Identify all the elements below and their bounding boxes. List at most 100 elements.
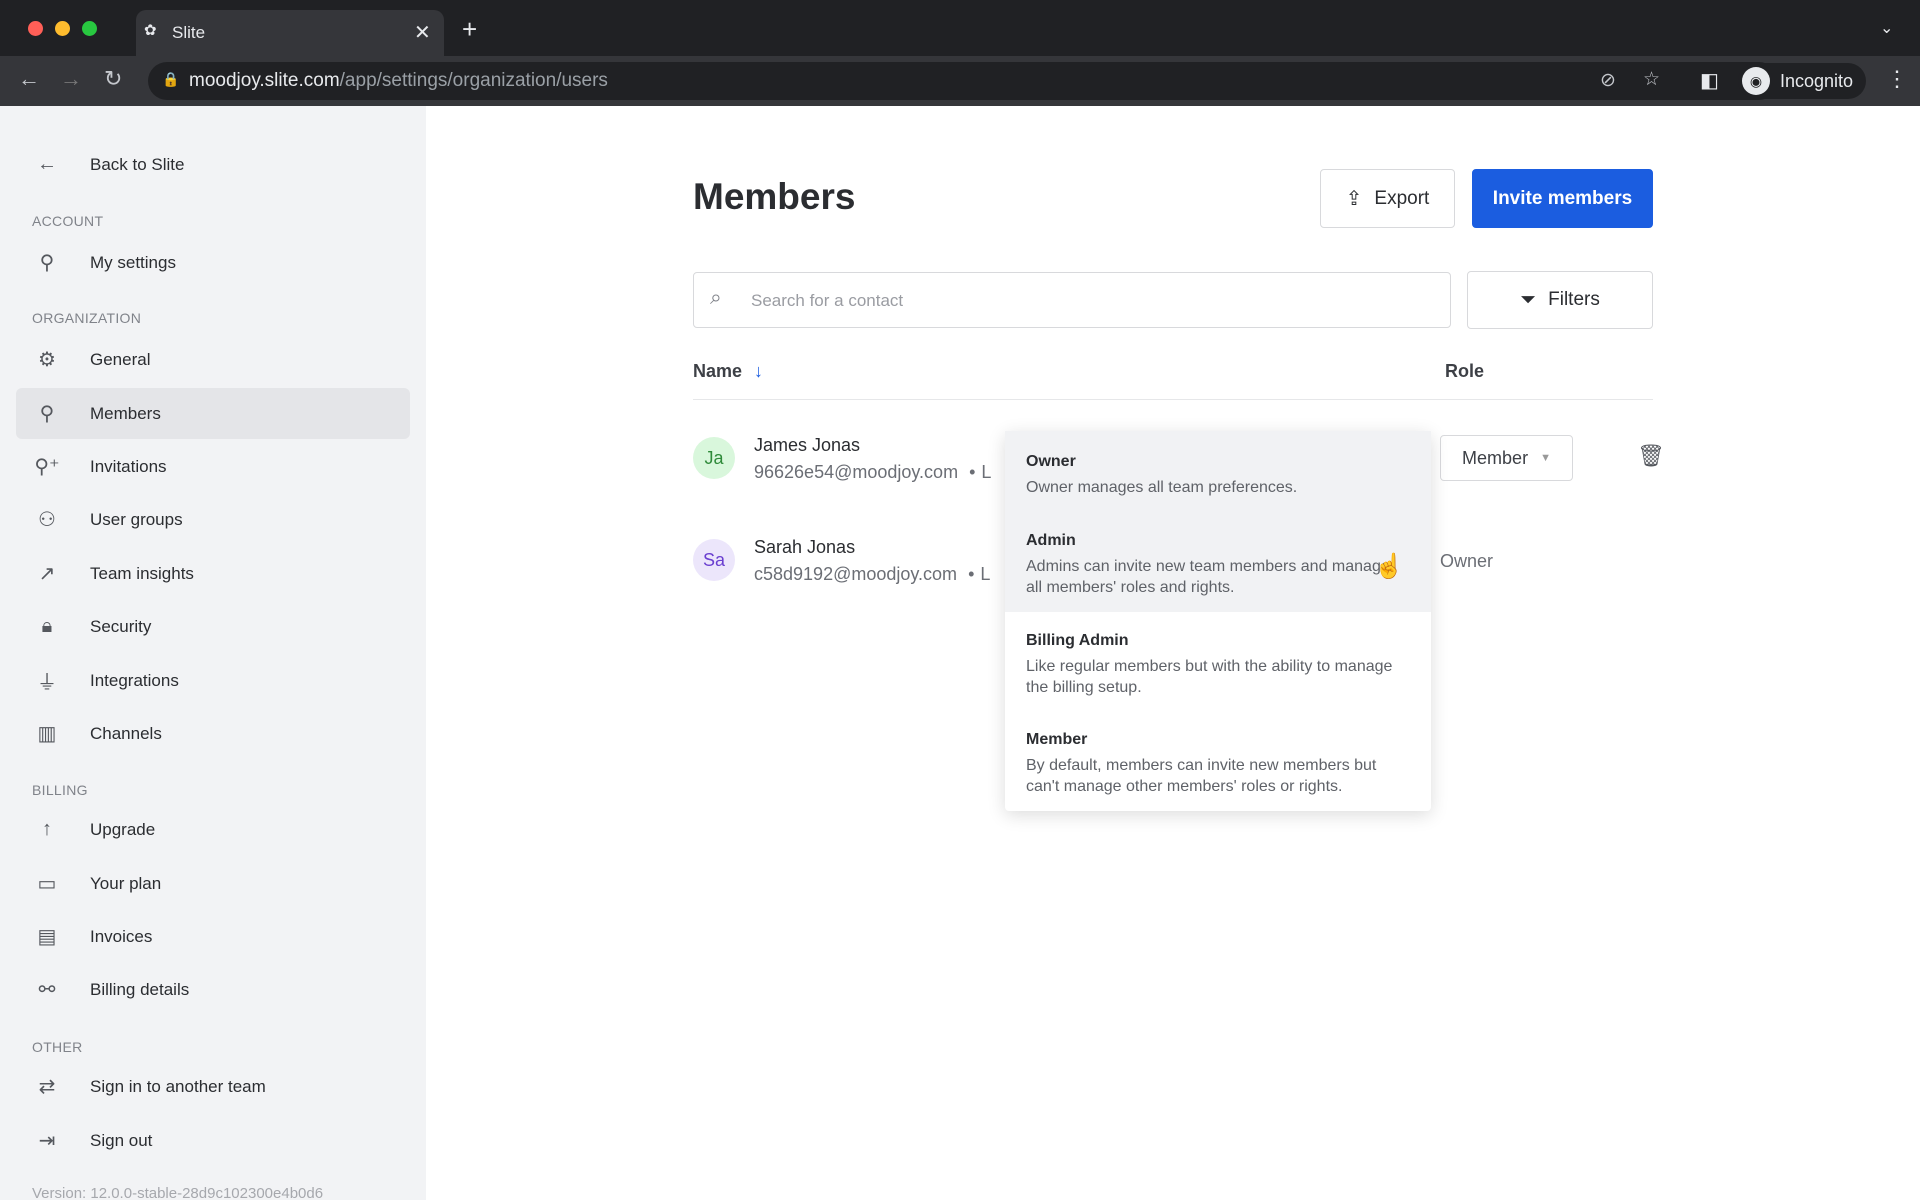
sidebar-item-upgrade[interactable]: ↑ Upgrade xyxy=(16,804,410,855)
role-option-billing-admin[interactable]: Billing Admin Like regular members but wi… xyxy=(1005,612,1431,711)
browser-tab[interactable]: ✿ Slite ✕ xyxy=(136,10,444,56)
option-title: Owner xyxy=(1026,453,1076,470)
role-option-owner[interactable]: Owner Owner manages all team preferences. xyxy=(1005,431,1431,518)
close-tab-icon[interactable]: ✕ xyxy=(414,20,431,45)
back-icon[interactable]: ← xyxy=(18,66,40,92)
sidebar-section-label: ORGANIZATION xyxy=(32,310,142,326)
minimize-window-button[interactable] xyxy=(55,21,70,36)
back-label: Back to Slite xyxy=(90,154,185,174)
separator: • xyxy=(968,564,975,584)
sidebar-item-billing-details[interactable]: ⚯ Billing details xyxy=(16,964,410,1015)
sidebar-item-members[interactable]: ⚲ Members xyxy=(16,388,410,439)
caret-down-icon: ▼ xyxy=(1540,452,1551,464)
url-host: moodjoy.slite.com xyxy=(189,70,340,91)
sidebar-item-label: Channels xyxy=(90,723,162,743)
incognito-profile[interactable]: ◉ Incognito xyxy=(1738,63,1866,99)
url-field[interactable]: 🔒 moodjoy.slite.com/app/settings/organiz… xyxy=(148,62,1778,100)
sidebar-item-label: Your plan xyxy=(90,873,162,893)
role-option-member[interactable]: Member By default, members can invite new… xyxy=(1005,711,1431,811)
option-description: Admins can invite new team members and m… xyxy=(1026,558,1390,596)
sidebar-item-label: Sign out xyxy=(90,1130,153,1150)
arrow-up-icon: ↑ xyxy=(42,818,52,840)
sidebar-item-sign-out[interactable]: ⇥ Sign out xyxy=(16,1115,410,1166)
option-description: By default, members can invite new membe… xyxy=(1026,757,1377,795)
sidebar-item-invitations[interactable]: ⚲⁺ Invitations xyxy=(16,441,410,492)
sidebar-item-sign-in-to-another-team[interactable]: ⇄ Sign in to another team xyxy=(16,1061,410,1112)
search-input[interactable]: ⌕ Search for a contact xyxy=(693,272,1451,328)
search-icon: ⌕ xyxy=(710,286,722,309)
sidebar-item-channels[interactable]: ▥ Channels xyxy=(16,708,410,759)
member-meta: L xyxy=(981,462,992,482)
new-tab-icon[interactable]: + xyxy=(462,14,477,45)
sidebar-item-label: Sign in to another team xyxy=(90,1076,266,1096)
switch-icon: ⇄ xyxy=(38,1076,56,1098)
lock-icon: 🔒︎ xyxy=(41,615,53,637)
avatar: Sa xyxy=(693,539,735,581)
sidebar-item-label: Invoices xyxy=(90,926,153,946)
trend-icon: ↗ xyxy=(38,563,56,585)
star-icon[interactable]: ☆ xyxy=(1643,68,1660,91)
role-select[interactable]: Member ▼ xyxy=(1440,435,1573,481)
option-title: Admin xyxy=(1026,532,1076,549)
more-menu-icon[interactable]: ⋮ xyxy=(1886,66,1908,92)
gear-icon: ⚙ xyxy=(38,349,56,371)
tab-list-chevron-icon[interactable]: ⌄ xyxy=(1880,18,1893,38)
maximize-window-button[interactable] xyxy=(82,21,97,36)
sidebar-item-label: Security xyxy=(90,616,152,636)
invite-members-button[interactable]: Invite members xyxy=(1472,169,1653,228)
forward-icon[interactable]: → xyxy=(60,66,82,92)
role-select-value: Member xyxy=(1462,447,1529,468)
user-plus-icon: ⚲⁺ xyxy=(34,456,60,478)
hand-cursor-icon: ☝ xyxy=(1374,553,1404,580)
name-header-label: Name xyxy=(693,361,743,381)
plug-icon: ⏚ xyxy=(37,672,57,694)
sidebar-item-your-plan[interactable]: ▭ Your plan xyxy=(16,858,410,909)
page-title: Members xyxy=(693,176,856,217)
sidebar-item-user-groups[interactable]: ⚇ User groups xyxy=(16,494,410,545)
sidebar-item-general[interactable]: ⚙ General xyxy=(16,334,410,385)
role-option-admin[interactable]: Admin Admins can invite new team members … xyxy=(1005,518,1431,612)
close-window-button[interactable] xyxy=(28,21,43,36)
sidebar-item-label: Upgrade xyxy=(90,819,156,839)
filter-icon: ⏷ xyxy=(1520,288,1537,311)
sidebar-item-label: User groups xyxy=(90,509,183,529)
eye-off-icon[interactable]: ⊘ xyxy=(1600,69,1616,92)
lock-icon: 🔒 xyxy=(162,71,180,87)
option-description: Like regular members but with the abilit… xyxy=(1026,658,1393,696)
invoice-icon: ▤ xyxy=(37,926,57,948)
export-label: Export xyxy=(1374,187,1430,209)
export-button[interactable]: ⇪ Export xyxy=(1320,169,1455,228)
trash-icon[interactable]: 🗑︎ xyxy=(1637,443,1665,469)
sidebar-item-invoices[interactable]: ▤ Invoices xyxy=(16,911,410,962)
member-name: Sarah Jonas xyxy=(754,537,856,557)
sidebar-item-integrations[interactable]: ⏚ Integrations xyxy=(16,655,410,706)
separator: • xyxy=(969,462,976,482)
sign-out-icon: ⇥ xyxy=(38,1130,56,1152)
slite-favicon-icon: ✿ xyxy=(144,22,157,39)
channels-icon: ▥ xyxy=(37,723,57,745)
reload-icon[interactable]: ↻ xyxy=(104,66,122,92)
sidebar-section-label: OTHER xyxy=(32,1039,83,1055)
sidebar-item-security[interactable]: 🔒︎ Security xyxy=(16,601,410,652)
profile-label: Incognito xyxy=(1780,70,1854,91)
side-panel-icon[interactable]: ◧ xyxy=(1700,68,1719,93)
name-column-header[interactable]: Name ↓ xyxy=(693,361,763,382)
user-icon: ⚲ xyxy=(39,252,55,274)
arrow-left-icon: ← xyxy=(37,153,57,175)
role-column-header: Role xyxy=(1445,361,1485,381)
sort-down-icon: ↓ xyxy=(754,361,764,381)
version-text: Version: 12.0.0-stable-28d9c102300e4b0d6 xyxy=(32,1185,324,1202)
header-divider xyxy=(693,399,1653,400)
sidebar-item-label: Team insights xyxy=(90,563,194,583)
sidebar-item-team-insights[interactable]: ↗ Team insights xyxy=(16,548,410,599)
back-to-slite-link[interactable]: ← Back to Slite xyxy=(16,139,410,190)
browser-tab-bar: ✿ Slite ✕ + ⌄ xyxy=(0,0,1920,56)
sidebar-item-my-settings[interactable]: ⚲ My settings xyxy=(16,237,410,288)
card-icon: ▭ xyxy=(37,873,57,895)
member-meta: L xyxy=(980,564,991,584)
avatar: Ja xyxy=(693,437,735,479)
filters-button[interactable]: ⏷ Filters xyxy=(1467,271,1653,329)
sidebar-item-label: General xyxy=(90,349,151,369)
sidebar-item-label: Integrations xyxy=(90,670,179,690)
sidebar-item-label: My settings xyxy=(90,252,176,272)
